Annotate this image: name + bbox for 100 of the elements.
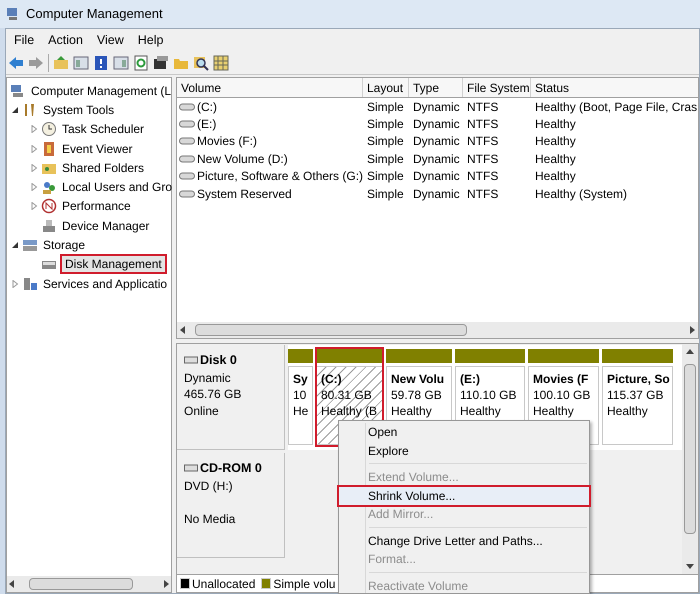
tree-item[interactable]: Services and Applicatio: [41, 276, 170, 292]
table-cell-text: Simple: [367, 186, 404, 203]
tree-item[interactable]: Device Manager: [60, 218, 152, 234]
table-cell-text: (C:): [197, 98, 217, 116]
table-cell-text: Healthy: [535, 133, 576, 150]
partition-size: 115.37 GB: [607, 387, 664, 403]
tree-item[interactable]: Event Viewer: [60, 140, 134, 157]
drive-icon: [179, 188, 195, 199]
partition-bar: [316, 349, 383, 363]
menu-item[interactable]: View: [90, 30, 130, 50]
drive-icon: [179, 136, 195, 146]
column-header[interactable]: File System: [463, 78, 531, 97]
folder-up-icon[interactable]: [53, 54, 69, 70]
users-icon: [41, 179, 57, 196]
tree-item[interactable]: Storage: [41, 237, 88, 254]
drive-icon: [179, 154, 195, 164]
table-cell-text: Healthy: [535, 116, 576, 134]
table-cell-text: Dynamic: [413, 98, 460, 116]
table-cell-text: Dynamic: [413, 150, 460, 168]
expand-arrow-icon[interactable]: [30, 202, 38, 210]
partition-status: Healthy (B: [321, 403, 378, 419]
partition-label: Sy: [293, 371, 308, 387]
table-cell-text: Healthy: [535, 168, 576, 186]
partition-bar: [386, 349, 452, 363]
drive-icon: [179, 119, 195, 130]
column-header[interactable]: Layout: [363, 78, 409, 97]
menu-item[interactable]: Shrink Volume...: [339, 486, 589, 505]
scroll-left-icon[interactable]: [9, 580, 15, 588]
tree-item[interactable]: Local Users and Gro: [60, 179, 174, 196]
legend-label: Unallocated: [192, 576, 256, 592]
tree-item[interactable]: Disk Management: [60, 254, 167, 274]
column-header[interactable]: Status: [531, 78, 700, 97]
column-header[interactable]: Type: [409, 78, 463, 97]
expand-arrow-icon[interactable]: [30, 144, 38, 153]
table-cell-text: System Reserved: [197, 186, 292, 203]
clock-icon: [41, 121, 57, 138]
expand-arrow-icon[interactable]: [30, 125, 38, 134]
table-cell-text: (E:): [197, 116, 216, 134]
table-cell-text: Healthy: [535, 150, 576, 168]
drive-icon: [179, 171, 195, 182]
expand-arrow-icon[interactable]: [11, 280, 19, 288]
scroll-up-icon[interactable]: [686, 348, 694, 354]
expand-arrow-icon[interactable]: [30, 164, 38, 172]
tree-item[interactable]: Task Scheduler: [60, 121, 146, 138]
computer-icon: [10, 82, 26, 99]
disk-detail: DVD (H:): [184, 478, 233, 494]
disk-detail: 465.76 GB: [184, 386, 242, 403]
table-cell-text: Simple: [367, 98, 404, 116]
column-header[interactable]: Volume: [177, 78, 363, 97]
horizontal-scrollbar[interactable]: [7, 576, 171, 592]
menu-item[interactable]: File: [8, 30, 40, 50]
magnifier-icon[interactable]: [193, 54, 209, 70]
partition-size: 80.31 GB: [321, 387, 372, 403]
vertical-scrollbar[interactable]: [682, 344, 698, 574]
scroll-left-icon[interactable]: [180, 326, 186, 334]
disk-drive-icon: [184, 354, 198, 366]
menu-item[interactable]: Action: [42, 30, 89, 50]
table-cell-text: Simple: [367, 133, 404, 150]
table-cell-text: Healthy (Boot, Page File, Cras: [535, 98, 698, 116]
partition-size: 59.78 GB: [391, 387, 442, 403]
disk-name: CD-ROM 0: [200, 460, 262, 477]
collapse-arrow-icon[interactable]: [11, 106, 19, 114]
panel-icon[interactable]: [73, 54, 89, 70]
tree-item[interactable]: Shared Folders: [60, 160, 146, 176]
partition-block[interactable]: Sy 10 He: [288, 366, 313, 445]
disk-name: Disk 0: [200, 352, 237, 369]
table-cell-text: Simple: [367, 150, 404, 168]
partition-size: 110.10 GB: [460, 387, 516, 403]
tree-item[interactable]: System Tools: [41, 102, 116, 118]
tree-item[interactable]: Performance: [60, 198, 133, 214]
horizontal-scrollbar[interactable]: [177, 322, 698, 338]
table-cell-text: NTFS: [467, 133, 498, 150]
table-cell-text: Healthy (System): [535, 186, 628, 203]
table-cell-text: NTFS: [467, 116, 498, 134]
panel-icon[interactable]: [113, 54, 129, 70]
expand-arrow-icon[interactable]: [30, 183, 38, 192]
partition-label: Movies (F: [533, 371, 588, 387]
table-cell-text: New Volume (D:): [197, 150, 288, 168]
scroll-down-icon[interactable]: [686, 564, 694, 570]
window-title: Computer Management: [26, 5, 163, 24]
scroll-right-icon[interactable]: [163, 580, 169, 588]
partition-block[interactable]: Picture, So 115.37 GB Healthy: [602, 366, 673, 445]
partition-label: New Volu: [391, 371, 444, 387]
menu-item[interactable]: Change Drive Letter and Paths...: [341, 532, 589, 550]
partition-bar: [288, 349, 313, 363]
partition-bar: [528, 349, 599, 363]
menu-item[interactable]: Help: [132, 30, 170, 50]
computer-icon: [6, 7, 20, 21]
partition-status: Healthy: [607, 403, 648, 419]
table-cell-text: NTFS: [467, 150, 498, 168]
table-cell-text: Picture, Software & Others (G:): [197, 168, 364, 186]
partition-bar: [455, 349, 525, 363]
grid-icon[interactable]: [213, 54, 229, 70]
drive-icon: [179, 102, 195, 112]
back-arrow-icon[interactable]: [8, 54, 24, 70]
disk-detail: Online: [184, 402, 219, 420]
table-cell-text: Dynamic: [413, 186, 460, 203]
tree-item[interactable]: Computer Management (L: [29, 82, 174, 99]
scroll-right-icon[interactable]: [689, 326, 695, 334]
collapse-arrow-icon[interactable]: [11, 241, 19, 250]
